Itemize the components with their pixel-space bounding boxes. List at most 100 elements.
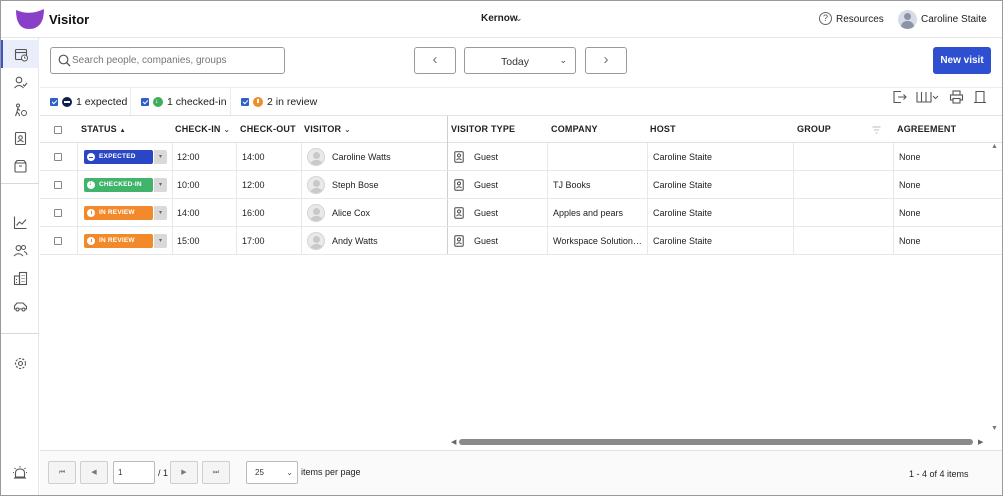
filter-in-review[interactable]: 2 in review <box>231 88 323 115</box>
filter-expected[interactable]: 1 expected <box>40 88 131 115</box>
caret-down-icon[interactable]: ▾ <box>154 234 167 248</box>
column-header-check-out[interactable]: CHECK-OUT <box>240 116 296 143</box>
chevron-down-icon: ⌄ <box>343 125 351 134</box>
status-selector[interactable]: IN REVIEW ▾ <box>84 234 167 248</box>
row-checkbox[interactable] <box>54 181 62 189</box>
agreement: None <box>899 180 921 190</box>
select-all-checkbox[interactable] <box>54 126 62 134</box>
column-header-visitor[interactable]: VISITOR ⌄ <box>304 116 351 143</box>
resources-link[interactable]: Resources <box>836 14 884 25</box>
table-row[interactable]: EXPECTED ▾ 12:00 14:00 Caroline Watts Gu… <box>40 143 1002 171</box>
search-input[interactable] <box>72 51 277 70</box>
filter-in-review-checkbox[interactable] <box>241 97 249 106</box>
user-avatar[interactable] <box>898 10 917 29</box>
date-selector[interactable]: Today ⌄ <box>464 47 576 74</box>
chevron-down-icon[interactable]: ⌄ <box>981 14 989 25</box>
first-page-button[interactable]: ⏮ <box>48 461 76 484</box>
search-box[interactable] <box>50 47 285 74</box>
export-icon[interactable] <box>892 90 908 104</box>
previous-page-button[interactable]: ◀ <box>80 461 108 484</box>
filter-in-review-label: 2 in review <box>267 95 318 108</box>
previous-day-button[interactable]: ‹ <box>414 47 456 74</box>
caret-down-icon[interactable]: ▾ <box>154 150 167 164</box>
new-visit-button[interactable]: New visit <box>933 47 991 74</box>
row-checkbox[interactable] <box>54 237 62 245</box>
status-selector[interactable]: ↓ CHECKED-IN ▾ <box>84 178 167 192</box>
filter-icon[interactable] <box>872 126 881 134</box>
person-check-icon <box>13 76 27 88</box>
column-header-visitor-type[interactable]: VISITOR TYPE <box>451 116 515 143</box>
fullscreen-icon[interactable] <box>973 90 987 104</box>
sidebar <box>1 38 39 495</box>
chevron-down-icon[interactable]: ⌄ <box>515 13 523 24</box>
visitor-type: Guest <box>474 208 499 218</box>
caret-down-icon[interactable]: ▾ <box>154 206 167 220</box>
host: Caroline Staite <box>653 236 713 246</box>
column-header-check-in[interactable]: CHECK-IN ⌄ <box>175 116 230 143</box>
columns-icon[interactable] <box>916 90 940 104</box>
scroll-right-arrow[interactable]: ▶ <box>978 438 983 446</box>
expected-status-icon <box>87 153 95 161</box>
table-row[interactable]: ↓ CHECKED-IN ▾ 10:00 12:00 Steph Bose Gue… <box>40 171 1002 199</box>
filter-checked-in[interactable]: ↓ 1 checked-in <box>131 88 231 115</box>
visitor-avatar <box>307 148 325 166</box>
org-selector[interactable]: Kernow <box>481 13 518 24</box>
visitor-name[interactable]: Caroline Watts <box>332 143 391 171</box>
building-icon <box>13 271 27 285</box>
agreement: None <box>899 208 921 218</box>
visitor-name[interactable]: Andy Watts <box>332 227 378 255</box>
scroll-left-arrow[interactable]: ◀ <box>451 438 456 446</box>
checked-in-status-icon: ↓ <box>87 180 95 189</box>
status-badge: IN REVIEW <box>84 206 153 220</box>
sidebar-item-buildings[interactable] <box>1 264 39 292</box>
filter-checked-in-checkbox[interactable] <box>141 97 149 106</box>
status-selector[interactable]: IN REVIEW ▾ <box>84 206 167 220</box>
status-badge: EXPECTED <box>84 150 153 164</box>
visitor-logo-icon <box>16 9 44 29</box>
row-checkbox[interactable] <box>54 209 62 217</box>
column-header-status[interactable]: STATUS ▲ <box>81 116 126 143</box>
print-icon[interactable] <box>949 90 964 104</box>
column-header-group[interactable]: GROUP <box>797 116 831 143</box>
user-menu[interactable]: Caroline Staite <box>921 14 987 25</box>
sidebar-item-vehicles[interactable] <box>1 292 39 320</box>
check-out-time: 17:00 <box>242 236 265 246</box>
column-header-agreement[interactable]: AGREEMENT <box>897 116 956 143</box>
table-row[interactable]: IN REVIEW ▾ 15:00 17:00 Andy Watts Guest… <box>40 227 1002 255</box>
sidebar-item-visits[interactable] <box>1 40 39 68</box>
filter-expected-checkbox[interactable] <box>50 97 58 106</box>
sidebar-item-people-check[interactable] <box>1 68 39 96</box>
sidebar-item-deliveries[interactable] <box>1 152 39 180</box>
sidebar-item-alarm[interactable] <box>1 458 39 486</box>
in-review-status-icon <box>87 209 95 217</box>
in-review-status-icon <box>87 237 95 245</box>
visits-icon <box>14 48 28 61</box>
page-size-select[interactable]: 25 ⌄ <box>246 461 298 484</box>
column-header-host[interactable]: HOST <box>650 116 676 143</box>
scroll-down-arrow[interactable]: ▼ <box>991 425 998 432</box>
help-icon[interactable]: ? <box>819 12 832 25</box>
chevron-down-icon: ⌄ <box>223 125 231 134</box>
last-page-button[interactable]: ⏭ <box>202 461 230 484</box>
page-number-input[interactable]: 1 <box>113 461 155 484</box>
column-header-company[interactable]: COMPANY <box>551 116 598 143</box>
sidebar-item-badges[interactable] <box>1 124 39 152</box>
sidebar-item-walk-in[interactable] <box>1 96 39 124</box>
table-row[interactable]: IN REVIEW ▾ 14:00 16:00 Alice Cox Guest … <box>40 199 1002 227</box>
sidebar-item-people[interactable] <box>1 236 39 264</box>
visitor-name[interactable]: Steph Bose <box>332 171 379 199</box>
status-selector[interactable]: EXPECTED ▾ <box>84 150 167 164</box>
row-checkbox[interactable] <box>54 153 62 161</box>
visitor-avatar <box>307 204 325 222</box>
search-icon <box>58 54 71 67</box>
horizontal-scrollbar[interactable] <box>459 439 973 445</box>
sidebar-item-analytics[interactable] <box>1 208 39 236</box>
caret-down-icon[interactable]: ▾ <box>154 178 167 192</box>
sidebar-item-settings[interactable] <box>1 349 39 377</box>
scroll-up-arrow[interactable]: ▲ <box>991 143 998 150</box>
visitor-name[interactable]: Alice Cox <box>332 199 370 227</box>
next-day-button[interactable]: › <box>585 47 627 74</box>
next-page-button[interactable]: ▶ <box>170 461 198 484</box>
host: Caroline Staite <box>653 180 713 190</box>
sidebar-divider <box>1 183 39 184</box>
